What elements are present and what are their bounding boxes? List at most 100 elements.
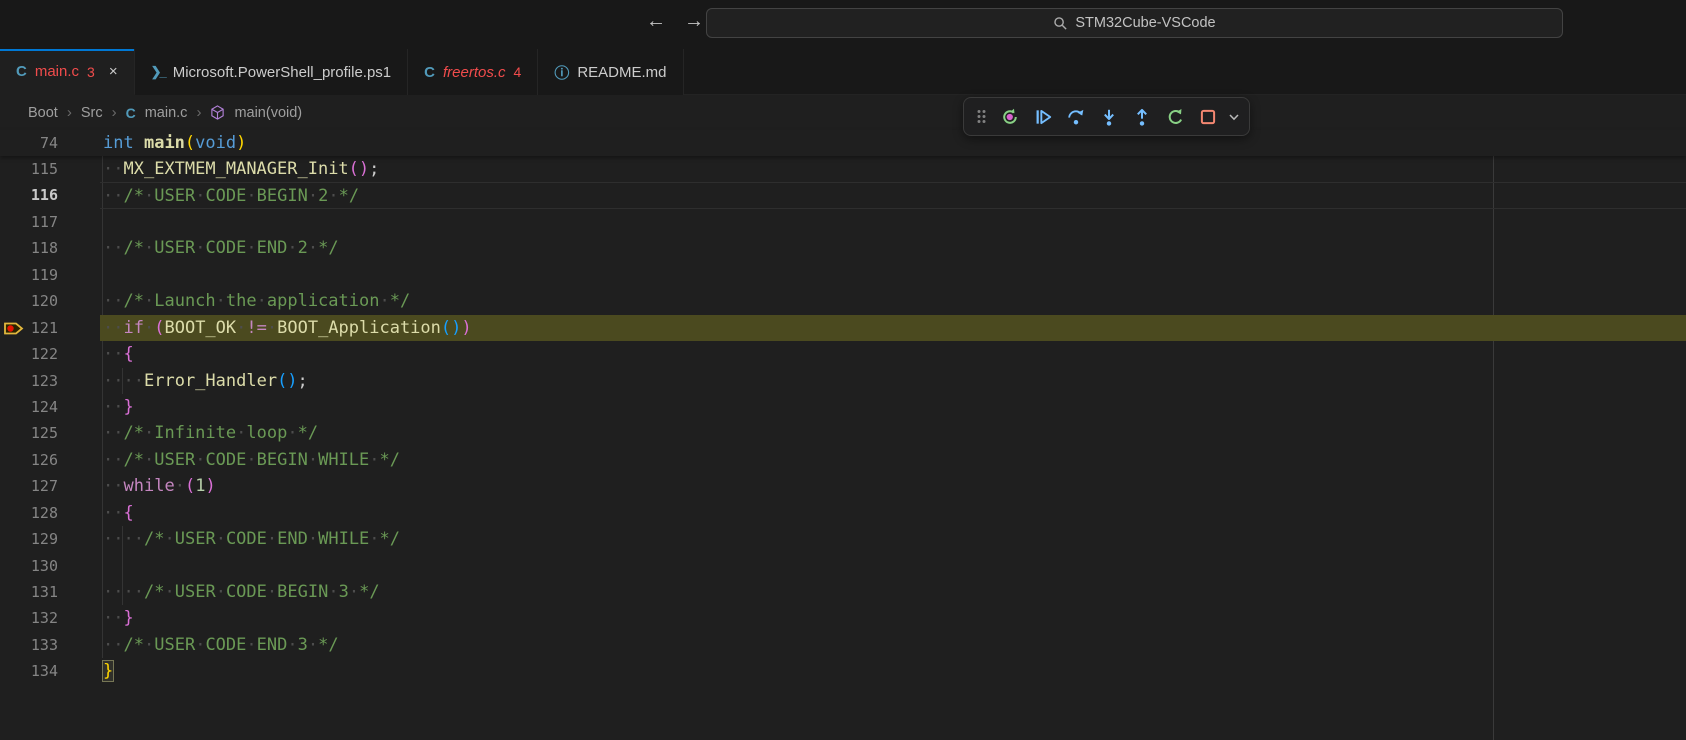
code-line-content[interactable]: ··} — [100, 605, 1686, 631]
gutter[interactable]: 133 — [0, 632, 100, 658]
code-line-content[interactable]: ··/*·Launch·the·application·*/ — [100, 288, 1686, 314]
code-line-content[interactable] — [100, 262, 1686, 288]
step-out-button[interactable] — [1126, 101, 1157, 132]
code-line-content[interactable]: } — [100, 658, 1686, 684]
code-line-content[interactable]: ··/*·USER·CODE·END·3·*/ — [100, 632, 1686, 658]
code-editor[interactable]: 74 int main(void) 115··MX_EXTMEM_MANAGER… — [0, 130, 1686, 740]
code-token: ···· — [103, 529, 144, 549]
code-line-123[interactable]: 123····Error_Handler(); — [0, 368, 1686, 394]
gutter[interactable]: 129 — [0, 526, 100, 552]
code-line-content[interactable]: ··if·(BOOT_OK·!=·BOOT_Application()) — [100, 315, 1686, 341]
code-line-125[interactable]: 125··/*·Infinite·loop·*/ — [0, 420, 1686, 446]
gutter[interactable]: 121 — [0, 315, 100, 341]
gutter[interactable]: 131 — [0, 579, 100, 605]
code-token: { — [124, 344, 134, 364]
nav-forward-icon[interactable]: → — [684, 10, 704, 33]
code-line-content[interactable]: ··MX_EXTMEM_MANAGER_Init(); — [100, 156, 1686, 182]
code-line-content[interactable]: ··{ — [100, 341, 1686, 367]
code-line-126[interactable]: 126··/*·USER·CODE·BEGIN·WHILE·*/ — [0, 447, 1686, 473]
gutter[interactable]: 115 — [0, 156, 100, 182]
code-line-117[interactable]: 117 — [0, 209, 1686, 235]
tab-main-c[interactable]: C main.c 3 × — [0, 49, 135, 95]
gutter[interactable]: 128 — [0, 500, 100, 526]
code-line-content[interactable]: ··/*·USER·CODE·END·2·*/ — [100, 235, 1686, 261]
code-line-content[interactable] — [100, 209, 1686, 235]
code-line-119[interactable]: 119 — [0, 262, 1686, 288]
code-token: ·· — [103, 450, 124, 470]
command-center-search[interactable]: STM32Cube-VSCode — [706, 8, 1563, 38]
code-line-131[interactable]: 131····/*·USER·CODE·BEGIN·3·*/ — [0, 579, 1686, 605]
gutter[interactable]: 122 — [0, 341, 100, 367]
code-line-122[interactable]: 122··{ — [0, 341, 1686, 367]
code-line-content[interactable]: ····/*·USER·CODE·END·WHILE·*/ — [100, 526, 1686, 552]
code-token: () — [349, 159, 369, 179]
gripper-icon[interactable] — [970, 101, 992, 132]
reset-device-button[interactable] — [994, 101, 1025, 132]
step-over-button[interactable] — [1060, 101, 1091, 132]
step-into-button[interactable] — [1093, 101, 1124, 132]
code-line-127[interactable]: 127··while·(1) — [0, 473, 1686, 499]
sticky-scroll-line[interactable]: 74 int main(void) — [0, 130, 1686, 156]
stop-button[interactable] — [1192, 101, 1223, 132]
code-line-115[interactable]: 115··MX_EXTMEM_MANAGER_Init(); — [0, 156, 1686, 182]
gutter[interactable]: 125 — [0, 420, 100, 446]
code-lines[interactable]: 115··MX_EXTMEM_MANAGER_Init();116··/*·US… — [0, 156, 1686, 685]
code-line-content[interactable] — [100, 553, 1686, 579]
gutter[interactable]: 127 — [0, 473, 100, 499]
code-line-130[interactable]: 130 — [0, 553, 1686, 579]
more-actions-button[interactable] — [1225, 101, 1243, 132]
breadcrumb-item-symbol[interactable]: main(void) — [234, 105, 302, 121]
code-token: int — [103, 133, 134, 153]
continue-button[interactable] — [1027, 101, 1058, 132]
code-line-content[interactable]: ··while·(1) — [100, 473, 1686, 499]
breadcrumb-item-file[interactable]: main.c — [145, 105, 188, 121]
gutter[interactable]: 120 — [0, 288, 100, 314]
code-line-118[interactable]: 118··/*·USER·CODE·END·2·*/ — [0, 235, 1686, 261]
gutter[interactable]: 116 — [0, 182, 100, 208]
whitespace-dot: · — [195, 635, 205, 655]
gutter[interactable]: 132 — [0, 605, 100, 631]
code-line-129[interactable]: 129····/*·USER·CODE·END·WHILE·*/ — [0, 526, 1686, 552]
sticky-line-code[interactable]: int main(void) — [100, 130, 1686, 156]
code-token: ·· — [103, 423, 124, 443]
tab-readme-md[interactable]: ⓘ README.md — [538, 49, 683, 95]
code-line-128[interactable]: 128··{ — [0, 500, 1686, 526]
code-line-124[interactable]: 124··} — [0, 394, 1686, 420]
debug-breakpoint-arrow-icon[interactable] — [3, 320, 29, 337]
code-line-133[interactable]: 133··/*·USER·CODE·END·3·*/ — [0, 632, 1686, 658]
tab-powershell-profile[interactable]: ❯_ Microsoft.PowerShell_profile.ps1 — [135, 49, 409, 95]
gutter[interactable]: 126 — [0, 447, 100, 473]
whitespace-dot: · — [113, 159, 123, 179]
code-token: /*·USER·CODE·BEGIN·WHILE·*/ — [124, 450, 401, 470]
gutter[interactable]: 123 — [0, 368, 100, 394]
tab-strip: C main.c 3 × ❯_ Microsoft.PowerShell_pro… — [0, 49, 1686, 95]
code-line-content[interactable]: ··/*·USER·CODE·BEGIN·WHILE·*/ — [100, 447, 1686, 473]
code-line-content[interactable]: ····Error_Handler(); — [100, 368, 1686, 394]
code-line-content[interactable]: ··/*·USER·CODE·BEGIN·2·*/ — [100, 182, 1686, 208]
whitespace-dot: · — [113, 450, 123, 470]
gutter[interactable]: 117 — [0, 209, 100, 235]
code-line-116[interactable]: 116··/*·USER·CODE·BEGIN·2·*/ — [0, 182, 1686, 208]
code-line-134[interactable]: 134} — [0, 658, 1686, 684]
close-icon[interactable]: × — [109, 63, 118, 80]
nav-back-icon[interactable]: ← — [646, 10, 666, 33]
code-line-content[interactable]: ··/*·Infinite·loop·*/ — [100, 420, 1686, 446]
code-token: ·· — [103, 291, 124, 311]
code-line-content[interactable]: ····/*·USER·CODE·BEGIN·3·*/ — [100, 579, 1686, 605]
gutter[interactable]: 130 — [0, 553, 100, 579]
breadcrumb-item-boot[interactable]: Boot — [28, 105, 58, 121]
gutter[interactable]: 124 — [0, 394, 100, 420]
code-line-content[interactable]: ··{ — [100, 500, 1686, 526]
code-line-content[interactable]: ··} — [100, 394, 1686, 420]
gutter[interactable]: 118 — [0, 235, 100, 261]
gutter[interactable]: 134 — [0, 658, 100, 684]
code-line-120[interactable]: 120··/*·Launch·the·application·*/ — [0, 288, 1686, 314]
restart-button[interactable] — [1159, 101, 1190, 132]
whitespace-dot: · — [113, 397, 123, 417]
code-line-132[interactable]: 132··} — [0, 605, 1686, 631]
breadcrumb-item-src[interactable]: Src — [81, 105, 103, 121]
tab-freertos-c[interactable]: C freertos.c 4 — [408, 49, 538, 95]
code-line-121[interactable]: 121··if·(BOOT_OK·!=·BOOT_Application()) — [0, 315, 1686, 341]
whitespace-dot: · — [103, 582, 113, 602]
gutter[interactable]: 119 — [0, 262, 100, 288]
